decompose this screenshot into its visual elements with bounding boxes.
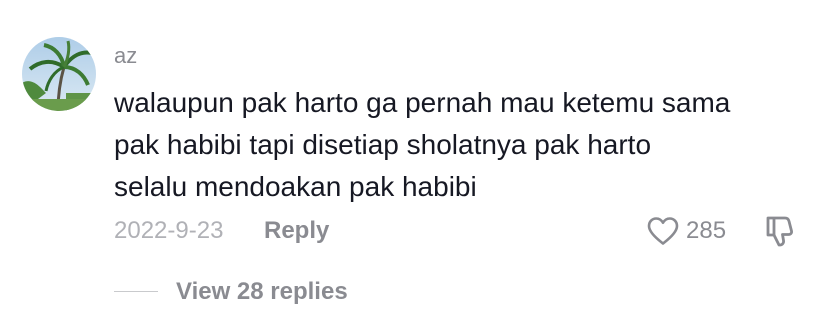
comment-text: walaupun pak harto ga pernah mau ketemu … [114,82,814,208]
avatar[interactable] [22,37,96,111]
comment-date: 2022-9-23 [114,217,224,244]
heart-outline-icon [647,217,679,245]
thumbs-down-icon [766,216,793,247]
comment-text-line: walaupun pak harto ga pernah mau ketemu … [114,87,731,118]
like-button[interactable]: 285 [646,212,726,250]
view-replies-button[interactable]: View 28 replies [176,277,348,307]
dislike-button[interactable] [764,212,796,250]
like-count: 285 [686,217,727,244]
comment-text-line: selalu mendoakan pak habibi [114,171,477,202]
replies-divider [114,291,158,292]
comment-username[interactable]: az [114,42,137,70]
comment-text-line: pak habibi tapi disetiap sholatnya pak h… [114,129,652,160]
avatar-image [22,37,96,111]
reply-button[interactable]: Reply [264,216,329,246]
